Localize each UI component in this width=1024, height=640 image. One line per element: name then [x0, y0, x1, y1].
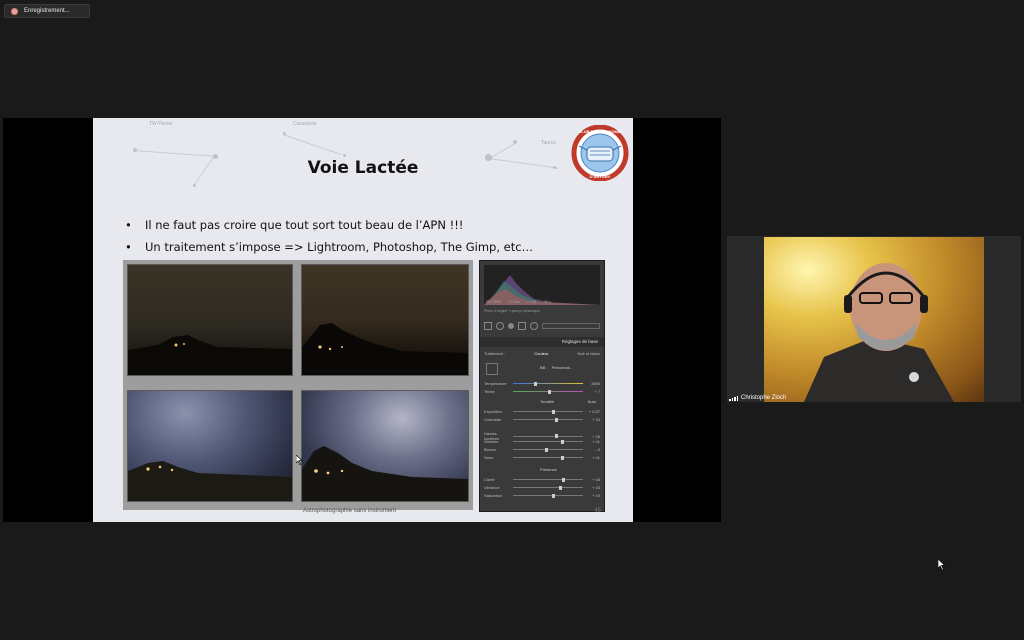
- histogram: ISO 3200 17 mm f / 2,8 20 s: [484, 265, 600, 305]
- crop-icon[interactable]: [484, 322, 492, 330]
- slide-footer: Astrophotographie sans instrument: [303, 508, 397, 514]
- constellation-line: [489, 143, 516, 159]
- tone-header: Tonalité: [540, 399, 554, 404]
- eyedropper-icon[interactable]: [486, 363, 498, 375]
- slide-page-number: 45: [594, 508, 601, 514]
- photo-silhouette: [128, 335, 292, 375]
- logo-top-text: CLUB D'ASTRONOMIE: [578, 129, 622, 134]
- club-logo: CLUB D'ASTRONOMIE D'ANTONY: [571, 125, 629, 181]
- slider-temperature[interactable]: Température 3650: [484, 381, 600, 386]
- graduated-filter-icon[interactable]: [518, 322, 526, 330]
- sky-label: TW-Persei: [149, 121, 173, 127]
- bullet-item: • Un traitement s’impose => Lightroom, Ph…: [125, 240, 534, 254]
- constellation-line: [132, 150, 215, 157]
- slider-tint[interactable]: Teinte + 7: [484, 389, 600, 394]
- mouse-pointer-icon: [938, 559, 946, 570]
- slider-exposure[interactable]: Exposition + 0,57: [484, 409, 600, 414]
- hist-aperture: f / 2,8: [527, 300, 537, 304]
- sky-label: Taurus: [541, 140, 557, 146]
- photo-edited-1: [127, 390, 293, 502]
- radial-filter-icon[interactable]: [530, 322, 538, 330]
- sky-label: Cassiopée: [293, 121, 317, 127]
- star-dot: [343, 154, 346, 157]
- logo-bottom-text: D'ANTONY: [590, 174, 611, 179]
- slider-whites[interactable]: Blancs – 9: [484, 447, 600, 452]
- signal-strength-icon: [729, 395, 738, 401]
- photo-raw-2: [301, 264, 469, 376]
- photo-silhouette: [128, 461, 292, 501]
- photo-edited-2: [301, 390, 469, 502]
- slide-title: Voie Lactée: [307, 158, 419, 178]
- tool-strip: [484, 321, 600, 331]
- preview-note: Photo d'origine + aperçu dynamique: [484, 309, 541, 313]
- lightroom-develop-panel: ISO 3200 17 mm f / 2,8 20 s Photo d'orig…: [479, 260, 605, 512]
- red-eye-icon[interactable]: [508, 323, 514, 329]
- bullet-item: • Il ne faut pas croire que tout sort tou…: [125, 218, 464, 232]
- histogram-graph: [484, 275, 600, 305]
- record-icon: [11, 7, 18, 15]
- treatment-tabs: Traitement : Couleur Noir et blanc: [484, 351, 600, 356]
- shared-screen: TW-Persei Cassiopée Taurus Voie Lactée C…: [3, 118, 721, 522]
- photo-silhouette: [302, 323, 468, 375]
- slide: TW-Persei Cassiopée Taurus Voie Lactée C…: [93, 118, 633, 522]
- participant-name-label: Christophe Zloch: [729, 395, 786, 401]
- slider-contrast[interactable]: Contraste + 33: [484, 417, 600, 422]
- constellation-line: [282, 134, 342, 156]
- star-dot: [193, 184, 196, 187]
- photo-raw-1: [127, 264, 293, 376]
- hist-focal: 17 mm: [508, 300, 520, 304]
- basic-panel-header[interactable]: Réglages de base: [480, 337, 604, 347]
- slider-saturation[interactable]: Saturation + 10: [484, 493, 600, 498]
- tab-treatment-label: Traitement :: [484, 351, 506, 356]
- mouse-pointer-icon: [296, 455, 303, 465]
- presence-header: Présence: [540, 467, 557, 472]
- tab-black-white[interactable]: Noir et blanc: [578, 351, 600, 356]
- photo-silhouette: [302, 446, 468, 501]
- slider-blacks[interactable]: Noirs + 41: [484, 455, 600, 460]
- slider-shadows[interactable]: Ombres + 41: [484, 439, 600, 444]
- brush-icon[interactable]: [542, 323, 600, 329]
- hist-shutter: 20 s: [544, 300, 551, 304]
- participant-name: Christophe Zloch: [741, 395, 787, 401]
- constellation-line: [488, 158, 559, 169]
- tab-color[interactable]: Couleur: [534, 351, 548, 356]
- slider-clarity[interactable]: Clarté + 48: [484, 477, 600, 482]
- recording-label: Enregistrement...: [24, 8, 70, 14]
- hist-iso: ISO 3200: [486, 300, 501, 304]
- participant-video-tile[interactable]: Christophe Zloch: [727, 236, 1021, 402]
- bullet-list: • Il ne faut pas croire que tout sort tou…: [125, 214, 533, 258]
- participant-video: [764, 237, 984, 402]
- participant-figure: [804, 263, 954, 402]
- slider-vibrance[interactable]: Vibrance + 33: [484, 485, 600, 490]
- photo-comparison-grid: [123, 260, 473, 510]
- tone-auto-button[interactable]: Auto: [588, 399, 596, 404]
- white-balance[interactable]: BB : Personnal...: [540, 365, 573, 370]
- constellation-line: [194, 155, 215, 184]
- spot-removal-icon[interactable]: [496, 322, 504, 330]
- recording-indicator[interactable]: Enregistrement...: [4, 4, 90, 18]
